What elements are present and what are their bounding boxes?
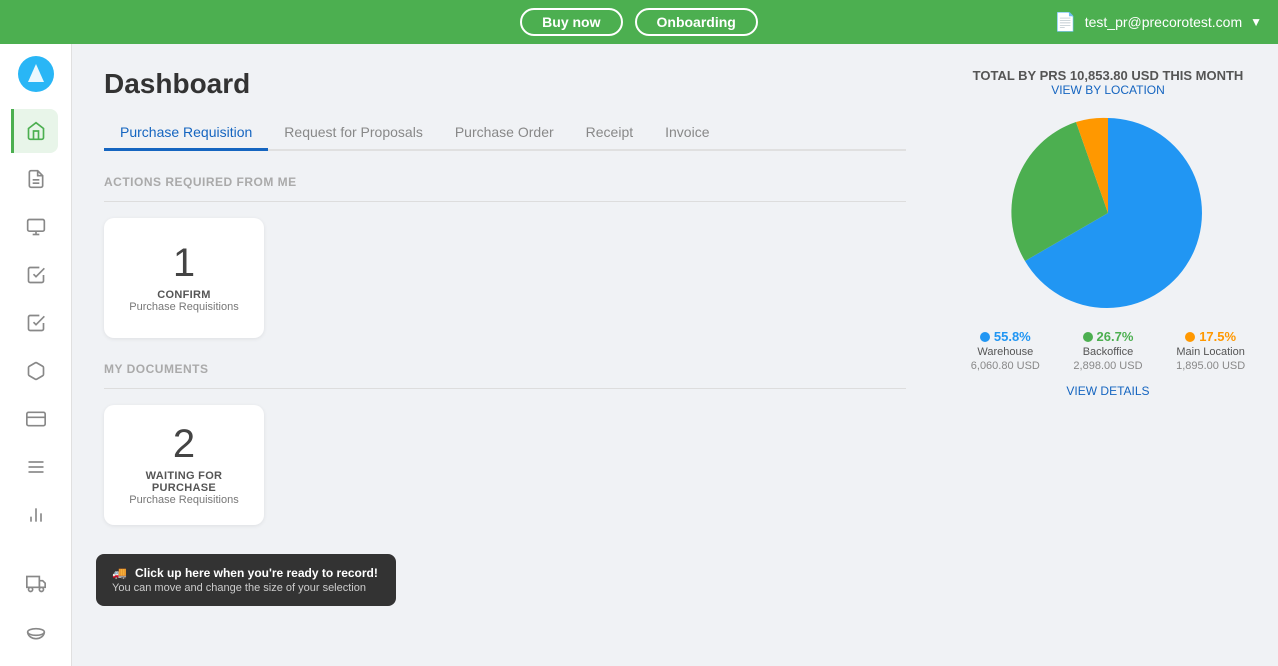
sidebar-item-analytics[interactable]: [14, 493, 58, 537]
sidebar-item-truck[interactable]: [14, 562, 58, 606]
legend-dot-main-location: [1185, 332, 1195, 342]
legend-pct-main-location: 17.5%: [1199, 329, 1236, 344]
actions-cards-row: 1 CONFIRM Purchase Requisitions: [104, 218, 906, 338]
content-area: Dashboard Purchase Requisition Request f…: [72, 44, 1278, 666]
legend-name-backoffice: Backoffice: [1083, 346, 1134, 358]
actions-divider: [104, 201, 906, 202]
chart-header: TOTAL BY PRS 10,853.80 USD THIS MONTH VI…: [954, 68, 1262, 97]
document-icon: 📄: [1054, 12, 1076, 33]
pie-chart-container: [954, 113, 1262, 313]
tooltip-title: 🚚 Click up here when you're ready to rec…: [112, 566, 380, 580]
onboarding-button[interactable]: Onboarding: [635, 8, 758, 36]
waiting-card-type: Purchase Requisitions: [129, 494, 238, 506]
chart-legend: 55.8% Warehouse 6,060.80 USD 26.7% Backo…: [954, 329, 1262, 372]
sidebar-item-inventory[interactable]: [14, 349, 58, 393]
chart-view-by-location[interactable]: VIEW BY LOCATION: [954, 83, 1262, 97]
tab-request-for-proposals[interactable]: Request for Proposals: [268, 116, 439, 151]
chart-total: TOTAL BY PRS 10,853.80 USD THIS MONTH: [954, 68, 1262, 83]
sidebar-item-menu[interactable]: [14, 445, 58, 489]
tabs: Purchase Requisition Request for Proposa…: [104, 116, 906, 151]
logo[interactable]: [18, 56, 54, 97]
legend-dot-backoffice: [1083, 332, 1093, 342]
rocket-icon: 🚚: [112, 566, 127, 580]
legend-backoffice: 26.7% Backoffice 2,898.00 USD: [1073, 329, 1142, 372]
sidebar-item-proposals[interactable]: [14, 253, 58, 297]
legend-amount-backoffice: 2,898.00 USD: [1073, 360, 1142, 372]
sidebar-item-home[interactable]: [11, 109, 58, 153]
sidebar: [0, 44, 72, 666]
tab-purchase-order[interactable]: Purchase Order: [439, 116, 570, 151]
sidebar-item-receipts[interactable]: [14, 301, 58, 345]
confirm-card-type: Purchase Requisitions: [129, 301, 238, 313]
tab-receipt[interactable]: Receipt: [570, 116, 649, 151]
onboarding-tooltip: 🚚 Click up here when you're ready to rec…: [96, 554, 396, 606]
confirm-card-action: CONFIRM: [157, 289, 210, 301]
view-details-link[interactable]: VIEW DETAILS: [954, 384, 1262, 398]
legend-main-location: 17.5% Main Location 1,895.00 USD: [1176, 329, 1245, 372]
my-documents-cards-row: 2 WAITING FOR PURCHASE Purchase Requisit…: [104, 405, 906, 525]
legend-dot-warehouse: [980, 332, 990, 342]
tab-purchase-requisition[interactable]: Purchase Requisition: [104, 116, 268, 151]
confirm-card[interactable]: 1 CONFIRM Purchase Requisitions: [104, 218, 264, 338]
sidebar-item-payments[interactable]: [14, 397, 58, 441]
legend-name-main-location: Main Location: [1176, 346, 1245, 358]
legend-warehouse: 55.8% Warehouse 6,060.80 USD: [971, 329, 1040, 372]
my-documents-label: MY DOCUMENTS: [104, 362, 906, 376]
confirm-card-number: 1: [173, 243, 195, 283]
pie-chart: [1008, 113, 1208, 313]
main-layout: Dashboard Purchase Requisition Request f…: [0, 44, 1278, 666]
tooltip-subtitle: You can move and change the size of your…: [112, 582, 380, 594]
waiting-card-number: 2: [173, 424, 195, 464]
legend-amount-warehouse: 6,060.80 USD: [971, 360, 1040, 372]
top-bar: Buy now Onboarding 📄 test_pr@precorotest…: [0, 0, 1278, 44]
chevron-down-icon[interactable]: ▼: [1250, 15, 1262, 29]
buy-now-button[interactable]: Buy now: [520, 8, 622, 36]
legend-pct-backoffice: 26.7%: [1097, 329, 1134, 344]
legend-name-warehouse: Warehouse: [977, 346, 1033, 358]
legend-amount-main-location: 1,895.00 USD: [1176, 360, 1245, 372]
tab-invoice[interactable]: Invoice: [649, 116, 725, 151]
sidebar-item-orders[interactable]: [14, 205, 58, 249]
right-panel: TOTAL BY PRS 10,853.80 USD THIS MONTH VI…: [938, 44, 1278, 666]
my-documents-divider: [104, 388, 906, 389]
waiting-card[interactable]: 2 WAITING FOR PURCHASE Purchase Requisit…: [104, 405, 264, 525]
page-title: Dashboard: [104, 68, 906, 100]
sidebar-item-settings[interactable]: [14, 610, 58, 654]
sidebar-item-requisitions[interactable]: [14, 157, 58, 201]
user-email: test_pr@precorotest.com: [1085, 14, 1242, 30]
actions-section-label: ACTIONS REQUIRED FROM ME: [104, 175, 906, 189]
legend-pct-warehouse: 55.8%: [994, 329, 1031, 344]
waiting-card-action: WAITING FOR PURCHASE: [120, 470, 248, 494]
